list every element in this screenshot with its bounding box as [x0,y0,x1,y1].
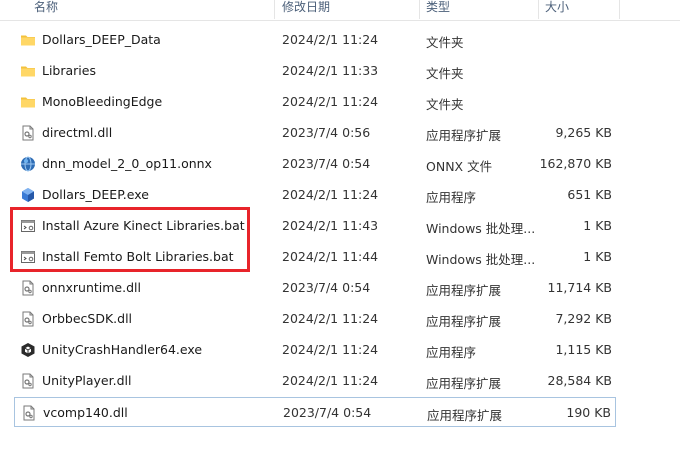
file-modified-date: 2024/2/1 11:44 [282,249,379,264]
file-type: ONNX 文件 [426,159,493,174]
file-modified-date: 2024/2/1 11:24 [282,311,379,326]
file-name[interactable]: MonoBleedingEdge [42,94,162,109]
column-header-size[interactable]: 大小 [545,0,569,19]
file-row[interactable]: Dollars_DEEP_Data 2024/2/1 11:24 文件夹 [14,25,616,55]
file-row[interactable]: directml.dll 2023/7/4 0:56 应用程序扩展 9,265 KB [14,118,616,148]
file-row[interactable]: vcomp140.dll 2023/7/4 0:54 应用程序扩展 190 KB [14,397,616,427]
column-divider[interactable] [538,0,539,19]
file-name[interactable]: UnityCrashHandler64.exe [42,342,202,357]
column-divider[interactable] [274,0,275,19]
file-type: 应用程序 [426,190,477,205]
file-modified-date: 2024/2/1 11:24 [282,373,379,388]
file-row[interactable]: MonoBleedingEdge 2024/2/1 11:24 文件夹 [14,87,616,117]
file-size: 1 KB [583,249,612,264]
file-row[interactable]: OrbbecSDK.dll 2024/2/1 11:24 应用程序扩展 7,292 K… [14,304,616,334]
file-size: 11,714 KB [547,280,612,295]
dll-file-icon [20,280,36,296]
file-row[interactable]: Libraries 2024/2/1 11:33 文件夹 [14,56,616,86]
column-header-name[interactable]: 名称 [34,0,58,19]
file-type: 应用程序扩展 [426,283,502,298]
file-modified-date: 2024/2/1 11:24 [282,342,379,357]
column-header-type[interactable]: 类型 [426,0,450,19]
file-size: 1,115 KB [555,342,612,357]
file-name[interactable]: directml.dll [42,125,112,140]
file-type: 文件夹 [426,66,464,81]
file-size: 162,870 KB [539,156,612,171]
file-modified-date: 2024/2/1 11:24 [282,187,379,202]
file-size: 190 KB [566,405,611,420]
file-row[interactable]: UnityCrashHandler64.exe 2024/2/1 11:24 应用程… [14,335,616,365]
file-row[interactable]: UnityPlayer.dll 2024/2/1 11:24 应用程序扩展 28,58… [14,366,616,396]
file-name[interactable]: Dollars_DEEP_Data [42,32,161,47]
file-row[interactable]: Dollars_DEEP.exe 2024/2/1 11:24 应用程序 651 KB [14,180,616,210]
dll-file-icon [20,125,36,141]
file-type: 文件夹 [426,35,464,50]
column-divider[interactable] [419,0,420,19]
file-modified-date: 2024/2/1 11:24 [282,32,379,47]
file-name[interactable]: Dollars_DEEP.exe [42,187,149,202]
file-type: 文件夹 [426,97,464,112]
file-name[interactable]: dnn_model_2_0_op11.onnx [42,156,212,171]
file-size: 651 KB [567,187,612,202]
folder-icon [20,63,36,79]
file-modified-date: 2023/7/4 0:54 [282,280,371,295]
file-modified-date: 2024/2/1 11:24 [282,94,379,109]
dll-file-icon [20,373,36,389]
folder-icon [20,32,36,48]
file-name[interactable]: vcomp140.dll [43,405,128,420]
dll-file-icon [20,311,36,327]
file-type: 应用程序扩展 [427,408,503,423]
file-type: 应用程序 [426,345,477,360]
unity-crash-icon [20,342,36,358]
file-name[interactable]: Libraries [42,63,96,78]
column-divider[interactable] [619,0,620,19]
folder-icon [20,94,36,110]
file-name[interactable]: OrbbecSDK.dll [42,311,132,326]
file-size: 28,584 KB [547,373,612,388]
file-modified-date: 2023/7/4 0:54 [282,156,371,171]
file-size: 7,292 KB [555,311,612,326]
file-type: Windows 批处理... [426,221,534,236]
dll-file-icon [21,405,37,421]
file-row[interactable]: dnn_model_2_0_op11.onnx 2023/7/4 0:54 ONNX… [14,149,616,179]
file-name[interactable]: UnityPlayer.dll [42,373,131,388]
file-modified-date: 2024/2/1 11:43 [282,218,379,233]
onnx-file-icon [20,156,36,172]
file-modified-date: 2024/2/1 11:33 [282,63,379,78]
file-type: 应用程序扩展 [426,376,502,391]
file-size: 1 KB [583,218,612,233]
file-modified-date: 2023/7/4 0:54 [283,405,372,420]
file-name[interactable]: onnxruntime.dll [42,280,141,295]
file-type: 应用程序扩展 [426,314,502,329]
column-header: 名称 修改日期 类型 大小 [0,0,680,21]
file-modified-date: 2023/7/4 0:56 [282,125,371,140]
column-header-date[interactable]: 修改日期 [282,0,330,19]
file-size: 9,265 KB [555,125,612,140]
annotation-highlight-box [10,207,250,272]
file-row[interactable]: onnxruntime.dll 2023/7/4 0:54 应用程序扩展 11,714… [14,273,616,303]
exe-app-icon [20,187,36,203]
file-type: 应用程序扩展 [426,128,502,143]
file-type: Windows 批处理... [426,252,534,267]
